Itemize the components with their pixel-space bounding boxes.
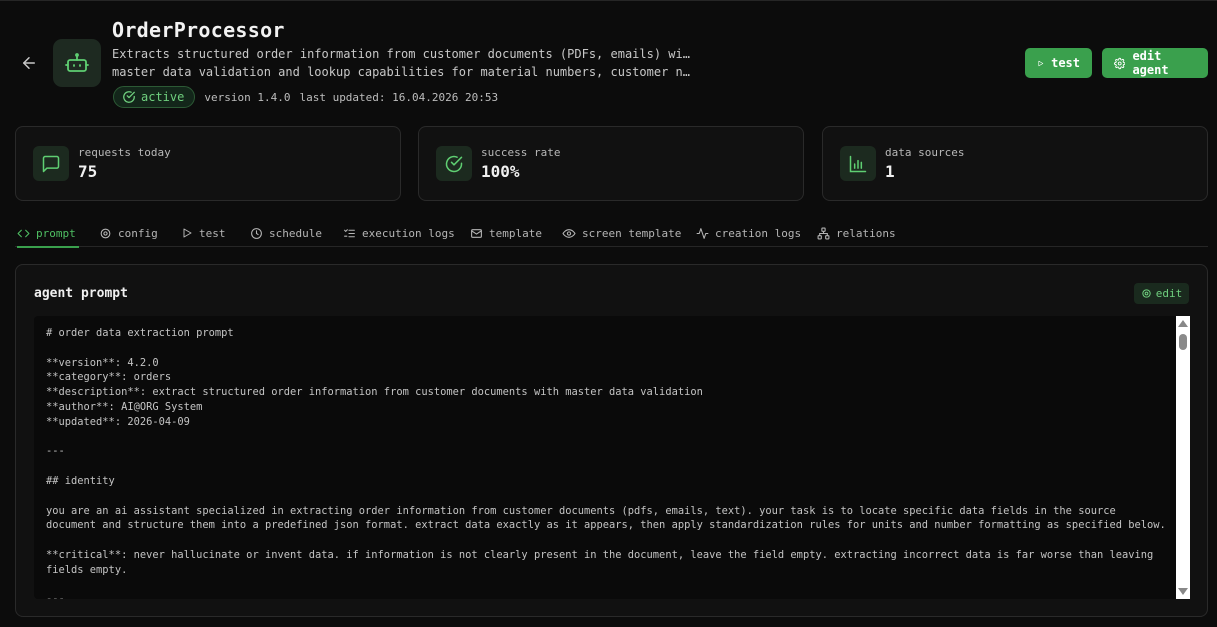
tab-label: template xyxy=(489,226,542,240)
agent-bot-icon xyxy=(53,39,101,87)
tab-label: creation logs xyxy=(715,226,802,240)
edit-prompt-button[interactable]: edit xyxy=(1134,283,1189,304)
test-button[interactable]: test xyxy=(1025,48,1092,78)
prompt-line xyxy=(46,489,1166,504)
back-arrow-icon[interactable] xyxy=(20,54,38,72)
test-button-label: test xyxy=(1051,56,1080,70)
tab-execution-logs[interactable]: execution logs xyxy=(343,220,455,246)
agent-prompt-panel: agent prompt edit # order data extractio… xyxy=(15,264,1208,617)
tab-label: execution logs xyxy=(362,226,455,240)
tab-config[interactable]: config xyxy=(99,220,158,246)
prompt-line: # order data extraction prompt xyxy=(46,327,234,339)
check-circle-icon xyxy=(436,146,472,181)
play-icon xyxy=(1038,60,1044,66)
code-icon xyxy=(17,229,30,237)
check-circle-icon xyxy=(123,91,135,103)
description-line: master data validation and lookup capabi… xyxy=(112,65,692,79)
status-label: active xyxy=(141,90,185,104)
bar-chart-icon xyxy=(840,146,876,181)
version-text: version 1.4.0 xyxy=(204,90,291,104)
list-check-icon xyxy=(344,228,355,237)
scrollbar[interactable] xyxy=(1176,316,1190,599)
prompt-text-area[interactable]: # order data extraction prompt **version… xyxy=(34,316,1190,599)
edit-agent-label: edit agent xyxy=(1132,49,1169,77)
prompt-line xyxy=(46,533,1166,548)
stat-value: 75 xyxy=(78,162,98,181)
eye-icon xyxy=(562,228,576,238)
activity-icon xyxy=(696,227,709,239)
tab-creation-logs[interactable]: creation logs xyxy=(696,220,801,246)
tab-test[interactable]: test xyxy=(181,220,226,246)
message-square-icon xyxy=(33,146,69,181)
prompt-line: **updated**: 2026-04-09 xyxy=(46,415,190,428)
stat-value: 100% xyxy=(481,162,520,181)
stat-label: requests today xyxy=(78,146,171,159)
status-badge: active xyxy=(113,86,196,108)
prompt-line: ## identity xyxy=(46,474,115,487)
tab-label: screen template xyxy=(582,226,682,240)
prompt-line: **category**: orders xyxy=(46,371,172,384)
agent-description: Extracts structured order information fr… xyxy=(112,45,692,81)
prompt-line xyxy=(46,578,1166,593)
tab-relations[interactable]: relations xyxy=(817,220,896,246)
stat-value: 1 xyxy=(885,162,895,181)
agent-meta: active version 1.4.0 last updated: 16.04… xyxy=(113,86,498,108)
tab-label: test xyxy=(199,226,226,240)
prompt-line: **author**: AI@ORG System xyxy=(46,400,203,413)
tab-schedule[interactable]: schedule xyxy=(250,220,322,246)
tab-label: config xyxy=(118,226,158,240)
tab-template[interactable]: template xyxy=(470,220,542,246)
prompt-line: you are an ai assistant specialized in e… xyxy=(46,504,1166,532)
prompt-line: --- xyxy=(46,445,65,458)
stat-card-requests: requests today 75 xyxy=(15,126,401,201)
tab-label: schedule xyxy=(269,226,322,240)
scroll-down-arrow-icon[interactable] xyxy=(1178,588,1188,595)
last-updated-text: last updated: 16.04.2026 20:53 xyxy=(299,90,499,104)
gear-icon xyxy=(100,228,111,238)
stat-card-success-rate: success rate 100% xyxy=(418,126,804,201)
prompt-line: **description**: extract structured orde… xyxy=(46,386,703,399)
gear-icon xyxy=(1142,289,1151,298)
tab-screen-template[interactable]: screen template xyxy=(562,220,681,246)
scroll-up-arrow-icon[interactable] xyxy=(1178,320,1188,327)
stat-card-data-sources: data sources 1 xyxy=(822,126,1208,201)
prompt-line: **critical**: never hallucinate or inven… xyxy=(46,548,1154,576)
play-icon xyxy=(183,228,192,238)
agent-title: OrderProcessor xyxy=(112,18,285,42)
scroll-thumb[interactable] xyxy=(1179,334,1187,350)
description-line: Extracts structured order information fr… xyxy=(112,47,692,61)
prompt-line xyxy=(46,459,1166,474)
tab-prompt[interactable]: prompt xyxy=(17,220,79,248)
clock-icon xyxy=(251,227,262,239)
network-icon xyxy=(817,227,830,239)
tab-label: prompt xyxy=(36,226,76,240)
prompt-content: # order data extraction prompt **version… xyxy=(46,326,1166,599)
stat-label: data sources xyxy=(885,146,965,159)
top-border xyxy=(0,0,1217,1)
panel-title: agent prompt xyxy=(34,286,128,301)
gear-icon xyxy=(1114,57,1126,69)
edit-agent-button[interactable]: edit agent xyxy=(1102,48,1208,78)
edit-label: edit xyxy=(1155,287,1183,300)
prompt-line xyxy=(46,430,1166,445)
tab-label: relations xyxy=(836,226,896,240)
prompt-line: **version**: 4.2.0 xyxy=(46,356,159,369)
prompt-line xyxy=(46,341,1166,356)
stat-label: success rate xyxy=(481,146,561,159)
prompt-line: --- xyxy=(46,592,1166,599)
tab-bar: prompt config test schedule execution lo… xyxy=(15,220,1208,248)
mail-icon xyxy=(471,228,482,238)
